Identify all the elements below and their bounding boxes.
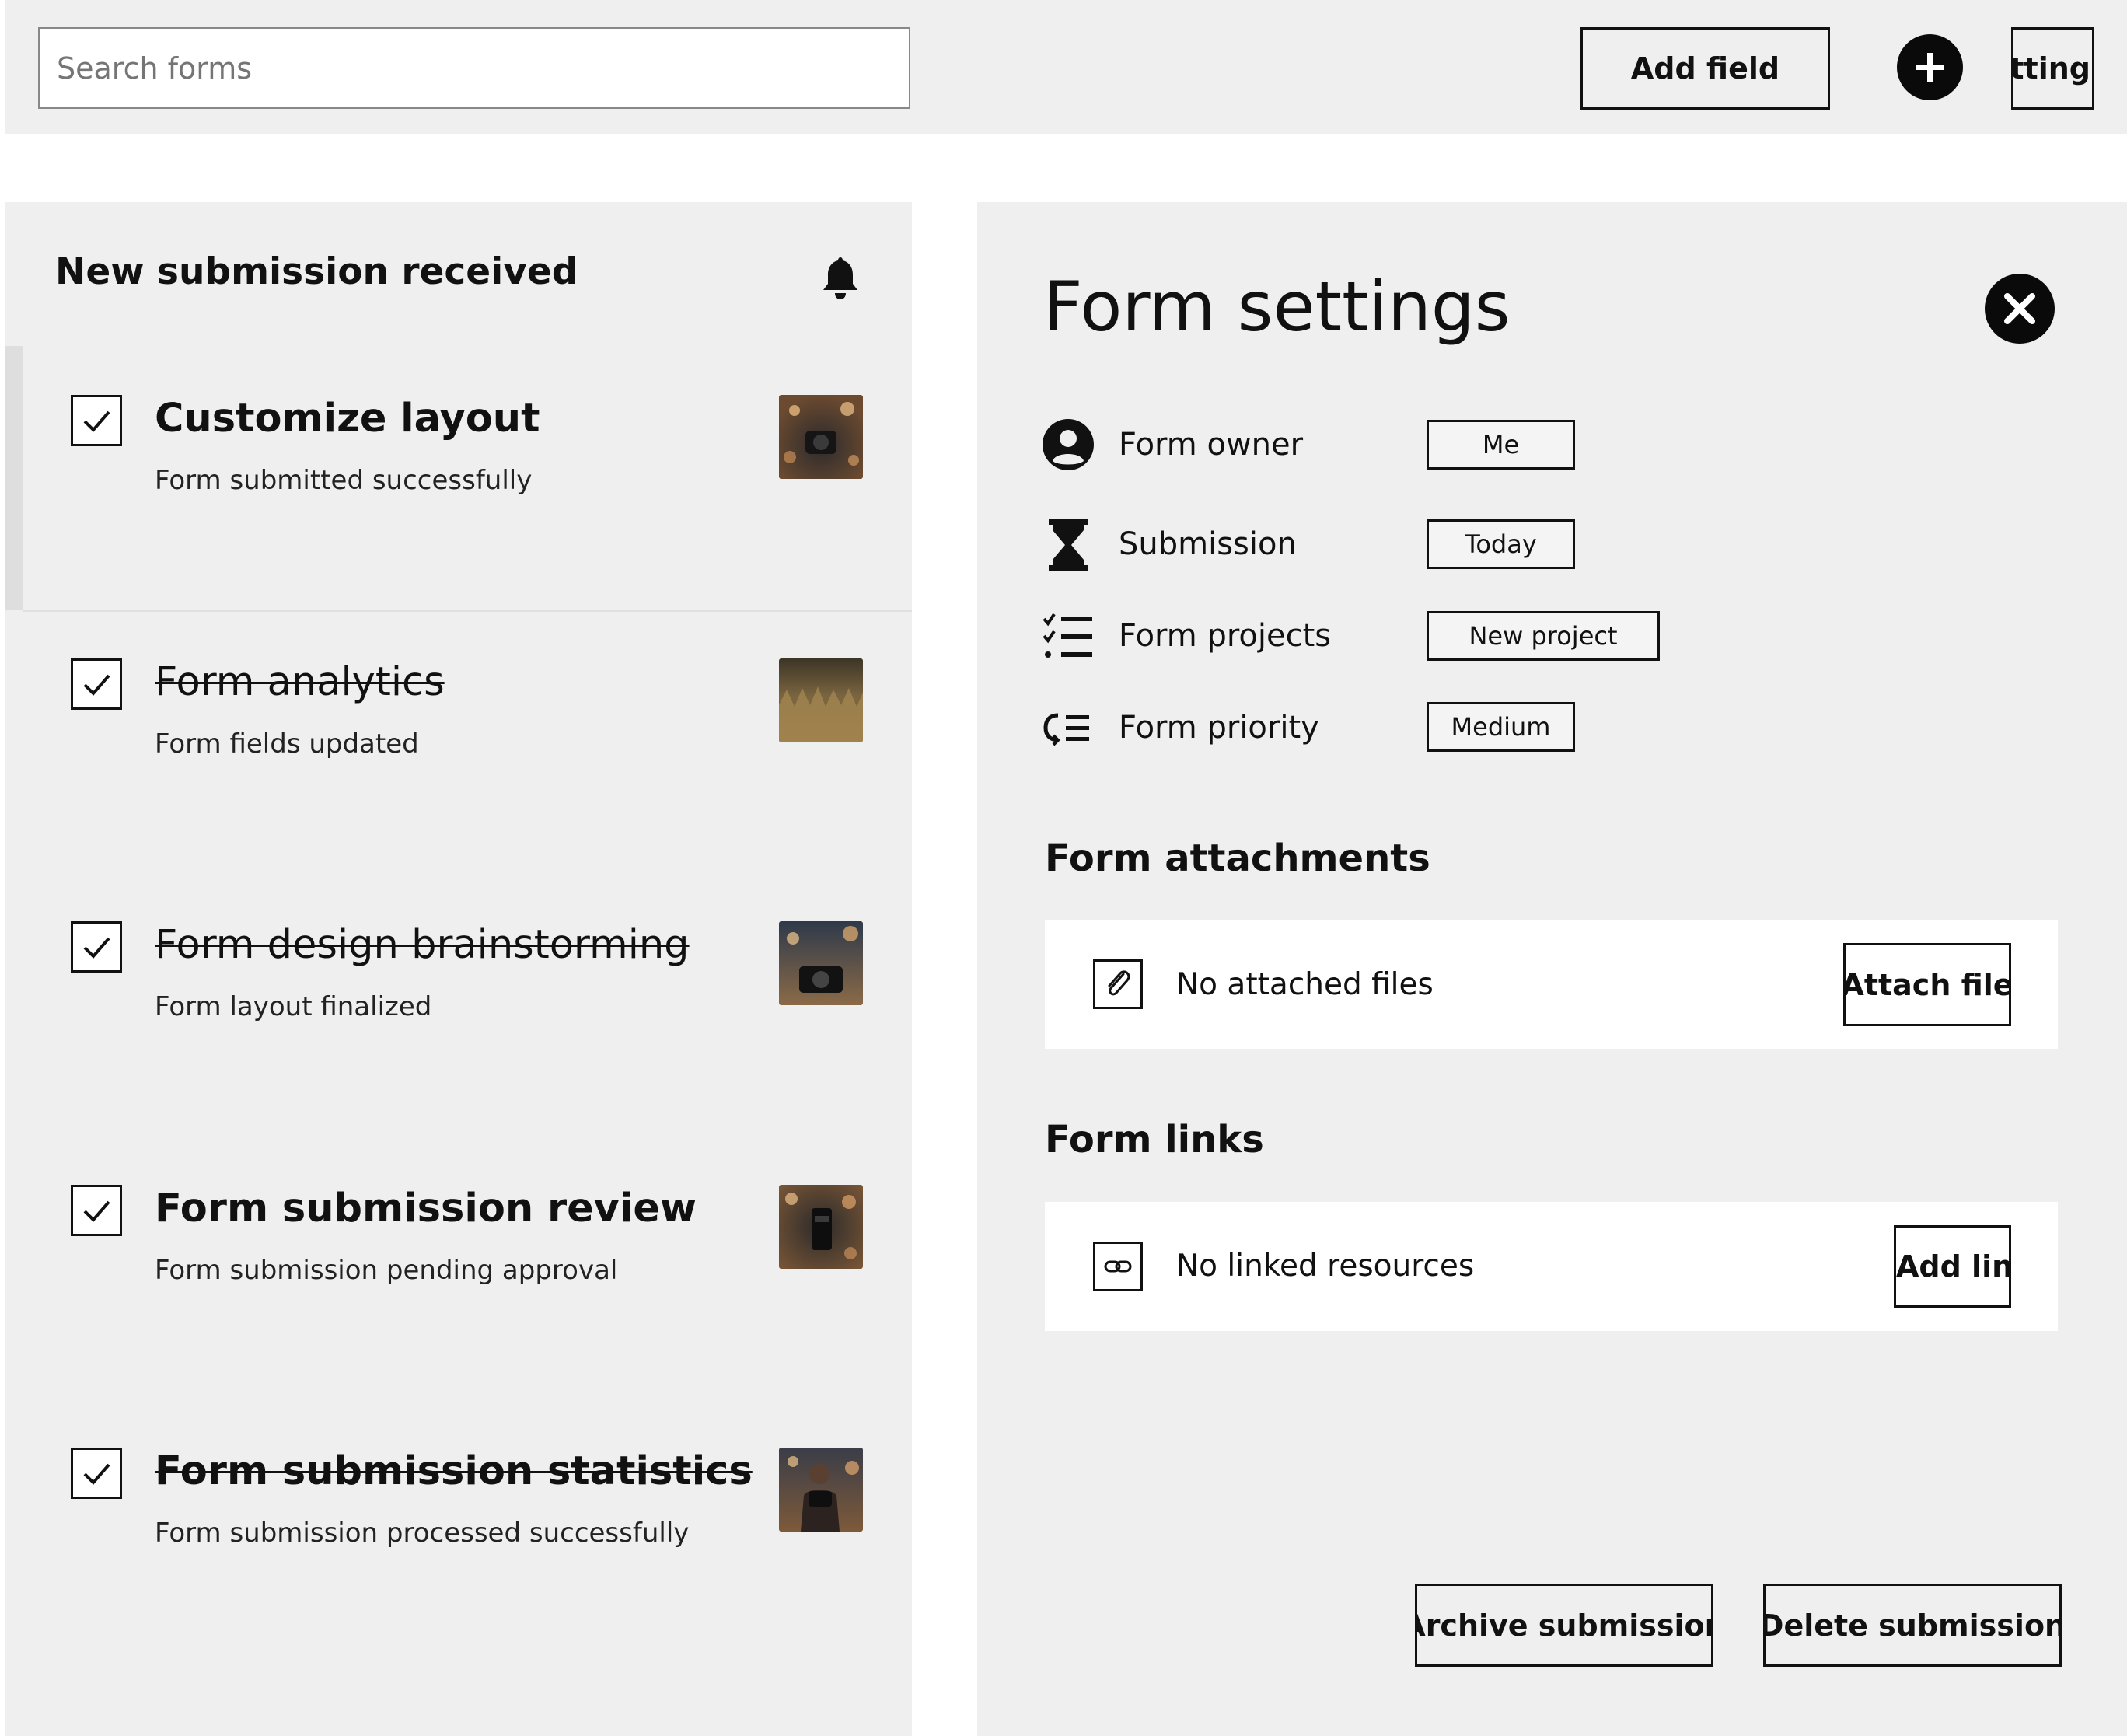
- owner-value-chip[interactable]: Me: [1427, 420, 1575, 470]
- checklist-icon: [1043, 613, 1092, 658]
- list-item-title[interactable]: Form analytics: [155, 659, 445, 705]
- plus-icon: [1916, 53, 1944, 82]
- person-circle-icon: [1043, 419, 1094, 470]
- item-thumbnail: [779, 658, 863, 742]
- check-icon: [83, 410, 110, 432]
- close-icon: [2004, 293, 2035, 324]
- close-button[interactable]: [1985, 274, 2055, 344]
- item-thumbnail: [779, 1448, 863, 1532]
- check-icon: [83, 1463, 110, 1485]
- item-thumbnail: [779, 395, 863, 479]
- links-section-title: Form links: [1045, 1118, 1264, 1161]
- item-checkbox[interactable]: [71, 921, 122, 973]
- item-thumbnail: [779, 921, 863, 1005]
- add-field-button[interactable]: Add field: [1580, 27, 1830, 110]
- links-empty-text: No linked resources: [1176, 1249, 1475, 1284]
- add-link-button[interactable]: Add link: [1894, 1225, 2011, 1308]
- attachments-empty-text: No attached files: [1176, 967, 1434, 1002]
- property-label: Form projects: [1119, 618, 1332, 654]
- list-item-title[interactable]: Form submission review: [155, 1186, 697, 1231]
- settings-button[interactable]: etting: [2011, 27, 2094, 110]
- item-checkbox[interactable]: [71, 1448, 122, 1499]
- list-item-subtitle: Form fields updated: [155, 728, 419, 760]
- item-checkbox[interactable]: [71, 395, 122, 446]
- attach-file-button[interactable]: Attach file: [1843, 943, 2011, 1026]
- list-item-subtitle: Form layout finalized: [155, 991, 432, 1022]
- link-icon: [1093, 1242, 1143, 1291]
- delete-submission-button[interactable]: Delete submission: [1763, 1584, 2062, 1667]
- item-thumbnail: [779, 1185, 863, 1269]
- add-button[interactable]: [1897, 34, 1963, 100]
- list-item-title[interactable]: Customize layout: [155, 396, 540, 442]
- check-icon: [83, 1200, 110, 1222]
- property-label: Submission: [1119, 526, 1297, 562]
- priority-list-icon: [1043, 713, 1089, 746]
- list-item-subtitle: Form submission pending approval: [155, 1255, 618, 1286]
- item-checkbox[interactable]: [71, 658, 122, 710]
- check-icon: [83, 937, 110, 959]
- page-title: Form settings: [1043, 267, 1511, 347]
- search-input[interactable]: [38, 27, 910, 109]
- selected-item-indicator: [5, 346, 23, 610]
- submission-value-chip[interactable]: Today: [1427, 519, 1575, 569]
- item-checkbox[interactable]: [71, 1185, 122, 1236]
- notification-header: New submission received: [55, 250, 578, 293]
- check-icon: [83, 674, 110, 696]
- property-label: Form priority: [1119, 710, 1319, 746]
- projects-value-chip[interactable]: New project: [1427, 611, 1660, 661]
- list-divider: [23, 610, 912, 612]
- attachments-section-title: Form attachments: [1045, 837, 1430, 880]
- bell-icon[interactable]: [819, 254, 862, 301]
- archive-submission-button[interactable]: Archive submission: [1415, 1584, 1713, 1667]
- list-item-title[interactable]: Form design brainstorming: [155, 922, 690, 968]
- list-item-subtitle: Form submitted successfully: [155, 465, 533, 496]
- property-label: Form owner: [1119, 427, 1304, 463]
- paperclip-icon: [1093, 959, 1143, 1009]
- priority-value-chip[interactable]: Medium: [1427, 702, 1575, 752]
- list-item-title[interactable]: Form submission statistics: [155, 1448, 753, 1494]
- hourglass-icon: [1049, 519, 1088, 571]
- list-item-subtitle: Form submission processed successfully: [155, 1518, 690, 1549]
